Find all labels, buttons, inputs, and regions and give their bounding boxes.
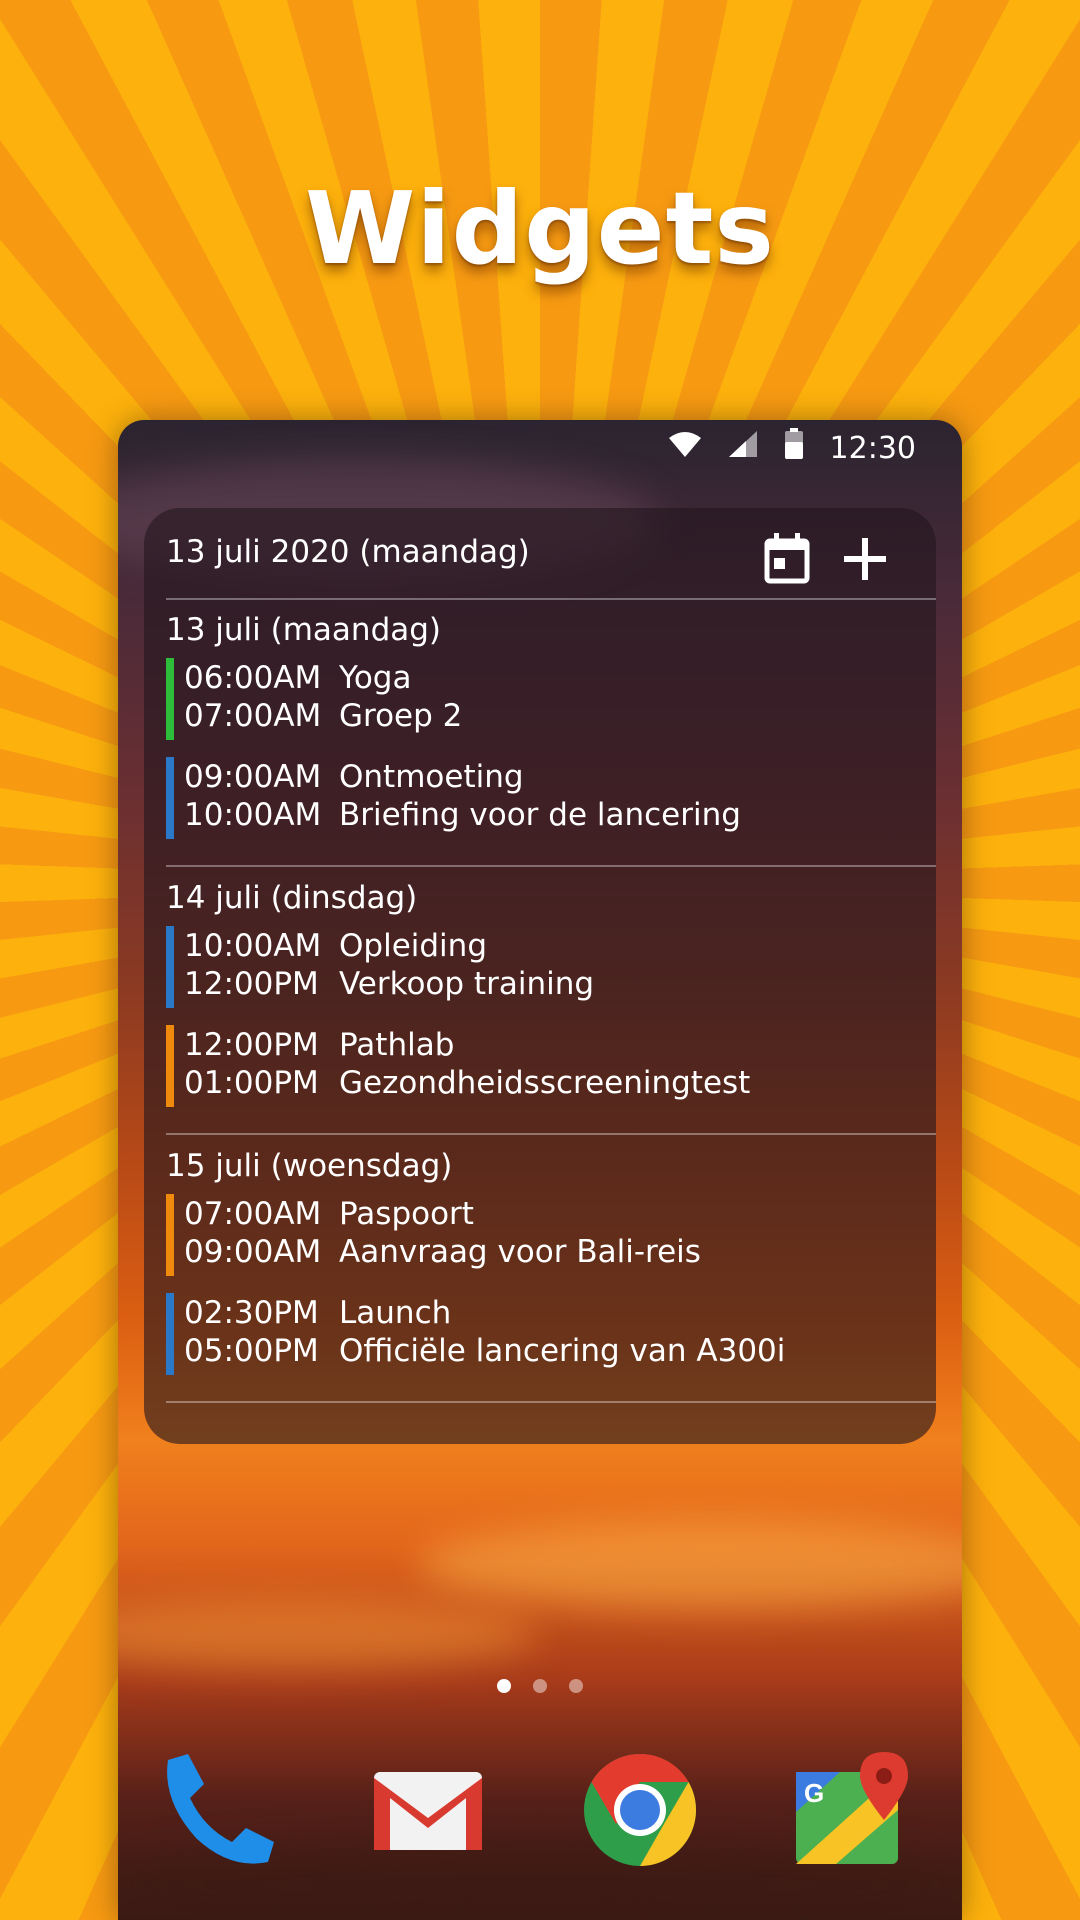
page-dot[interactable] [497,1679,511,1693]
divider [166,865,936,867]
event-detail: Gezondheidsscreeningtest [339,1065,751,1101]
event-item[interactable]: 09:00AM Ontmoeting 10:00AM Briefing voor d… [166,757,906,839]
event-title: Paspoort [339,1196,474,1232]
event-end-time: 10:00AM [184,797,322,833]
maps-app-icon[interactable]: G [790,1750,910,1870]
event-color-bar [166,1025,174,1107]
event-detail: Verkoop training [339,966,595,1002]
status-time: 12:30 [829,430,916,466]
event-start-time: 06:00AM [184,660,322,696]
day-label: 14 juli (dinsdag) [166,880,418,916]
event-start-time: 07:00AM [184,1196,322,1232]
event-item[interactable]: 07:00AM Paspoort 09:00AM Aanvraag voor Bal… [166,1194,906,1276]
event-end-time: 09:00AM [184,1234,322,1270]
event-end-time: 12:00PM [184,966,319,1002]
event-title: Pathlab [339,1027,455,1063]
phone-app-icon[interactable] [160,1750,280,1870]
calendar-icon[interactable] [758,530,816,588]
divider [166,1401,936,1403]
event-title: Ontmoeting [339,759,524,795]
plus-icon[interactable] [836,530,894,588]
event-detail: Groep 2 [339,698,463,734]
phone-screen: 12:30 13 juli 2020 (maandag) 13 juli (ma… [118,420,962,1920]
event-end-time: 07:00AM [184,698,322,734]
event-detail: Aanvraag voor Bali-reis [339,1234,701,1270]
event-end-time: 01:00PM [184,1065,319,1101]
event-title: Launch [339,1295,452,1331]
event-end-time: 05:00PM [184,1333,319,1369]
status-bar: 12:30 [118,420,962,476]
event-start-time: 10:00AM [184,928,322,964]
divider [166,598,936,600]
event-start-time: 12:00PM [184,1027,319,1063]
event-color-bar [166,1293,174,1375]
battery-icon [784,428,804,468]
chrome-app-icon[interactable] [580,1750,700,1870]
event-color-bar [166,1194,174,1276]
page-indicator [118,1679,962,1693]
divider [166,1133,936,1135]
widget-header: 13 juli 2020 (maandag) [166,530,914,598]
signal-icon [728,430,758,466]
event-color-bar [166,926,174,1008]
calendar-widget: 13 juli 2020 (maandag) 13 juli (maandag)… [144,508,936,1444]
widget-date-title[interactable]: 13 juli 2020 (maandag) [166,534,530,570]
day-label: 15 juli (woensdag) [166,1148,453,1184]
event-item[interactable]: 02:30PM Launch 05:00PM Officiële lancering… [166,1293,906,1375]
svg-text:G: G [804,1778,824,1808]
event-title: Yoga [339,660,412,696]
app-dock: G [118,1750,962,1900]
page-dot[interactable] [569,1679,583,1693]
event-item[interactable]: 06:00AM Yoga 07:00AM Groep 2 [166,658,906,740]
page-dot[interactable] [533,1679,547,1693]
event-start-time: 09:00AM [184,759,322,795]
event-title: Opleiding [339,928,487,964]
wifi-icon [668,430,702,466]
event-detail: Officiële lancering van A300i [339,1333,786,1369]
event-item[interactable]: 10:00AM Opleiding 12:00PM Verkoop training [166,926,906,1008]
event-item[interactable]: 12:00PM Pathlab 01:00PM Gezondheidsscreeni… [166,1025,906,1107]
event-color-bar [166,658,174,740]
event-start-time: 02:30PM [184,1295,319,1331]
event-detail: Briefing voor de lancering [339,797,741,833]
event-color-bar [166,757,174,839]
day-label: 13 juli (maandag) [166,612,442,648]
gmail-app-icon[interactable] [368,1750,488,1870]
headline: Widgets [305,170,775,287]
